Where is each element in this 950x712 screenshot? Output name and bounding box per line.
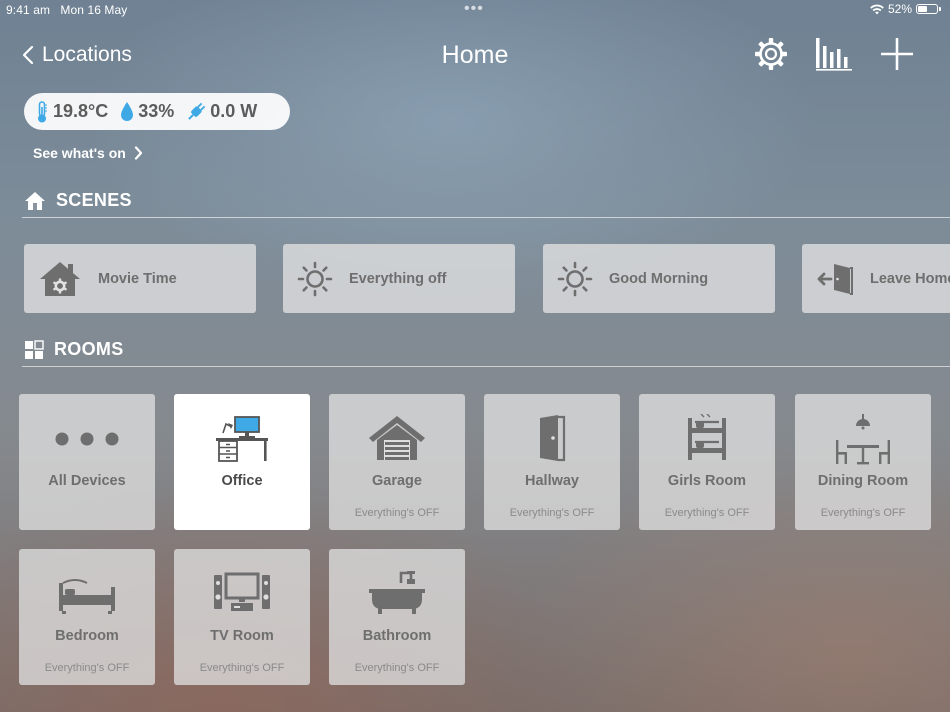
room-girls-room[interactable]: Girls Room Everything's OFF [639,394,775,530]
humidity-value: 33% [138,101,175,121]
battery-icon [916,4,941,14]
gear-icon[interactable] [752,36,790,72]
back-button[interactable]: Locations [22,43,132,67]
sun-icon [297,261,333,296]
bar-chart-icon[interactable] [814,36,852,72]
scene-label: Everything off [349,270,447,287]
water-drop-icon [121,101,134,121]
room-status: Everything's OFF [820,507,906,519]
rooms-header-label: ROOMS [54,339,124,359]
room-name: Bathroom [362,628,432,644]
scene-label: Leave Home [870,270,950,287]
scene-movie-time[interactable]: Movie Time [24,244,256,313]
room-office[interactable]: Office [174,394,310,530]
room-status: Everything's OFF [199,662,285,674]
room-name: All Devices [48,473,126,489]
door-exit-icon [817,263,853,295]
room-name: Dining Room [817,473,909,489]
power-value: 0.0 W [210,101,258,121]
chevron-right-icon [134,146,142,160]
page-title: Home [441,41,509,69]
rooms-header: ROOMS [24,339,950,360]
room-status: Everything's OFF [44,662,130,674]
room-bedroom[interactable]: Bedroom Everything's OFF [19,549,155,685]
power-plug-icon [188,102,206,120]
see-whats-on-link[interactable]: See what's on [33,145,143,161]
sun-icon [557,261,593,296]
status-date: Mon 16 May [60,3,128,17]
plus-icon[interactable] [878,36,916,72]
bed-icon [19,569,155,617]
multitask-dots-icon[interactable]: ••• [464,1,484,17]
wifi-icon [870,4,884,14]
room-name: Hallway [525,473,579,489]
back-label: Locations [42,43,132,66]
see-whats-on-label: See what's on [33,145,126,161]
room-hallway[interactable]: Hallway Everything's OFF [484,394,620,530]
door-icon [484,414,620,462]
room-tv-room[interactable]: TV Room Everything's OFF [174,549,310,685]
room-status: Everything's OFF [509,507,595,519]
scene-good-morning[interactable]: Good Morning [543,244,775,313]
bathtub-icon [329,569,465,617]
room-all-devices[interactable]: All Devices [19,394,155,530]
thermometer-icon [38,100,47,122]
battery-level [918,6,927,12]
temperature-value: 19.8°C [53,101,109,121]
garage-icon [329,414,465,462]
grid-icon [25,339,44,359]
room-status: Everything's OFF [664,507,750,519]
status-bar-right: 52% [870,2,941,16]
battery-percent: 52% [887,2,912,16]
three-dots-icon [19,414,155,462]
status-time: 9:41 am [6,3,51,17]
scenes-header: SCENES [24,190,950,211]
room-status: Everything's OFF [354,662,440,674]
scene-label: Good Morning [609,270,709,287]
bunk-bed-icon [639,414,775,462]
status-bar-time: 9:41 am Mon 16 May [6,3,127,17]
desk-icon [174,414,310,462]
room-garage[interactable]: Garage Everything's OFF [329,394,465,530]
dining-table-icon [795,414,931,465]
room-name: Garage [372,473,422,489]
scene-label: Movie Time [98,270,177,287]
scene-everything-off[interactable]: Everything off [283,244,515,313]
room-dining-room[interactable]: Dining Room Everything's OFF [795,394,931,530]
scenes-divider [22,217,950,218]
scenes-header-label: SCENES [56,190,132,210]
room-name: Girls Room [667,473,747,489]
chevron-left-icon [22,45,34,65]
house-gear-icon [40,261,80,296]
room-name: Bedroom [55,628,119,644]
house-icon [25,191,45,210]
tv-icon [174,569,310,617]
room-bathroom[interactable]: Bathroom Everything's OFF [329,549,465,685]
scene-leave-home[interactable]: Leave Home [802,244,950,313]
rooms-divider [22,366,950,367]
room-status: Everything's OFF [354,507,440,519]
room-name: TV Room [210,628,274,644]
sensor-summary[interactable]: 19.8°C 33% 0.0 W [24,93,290,130]
room-name: Office [221,473,263,489]
